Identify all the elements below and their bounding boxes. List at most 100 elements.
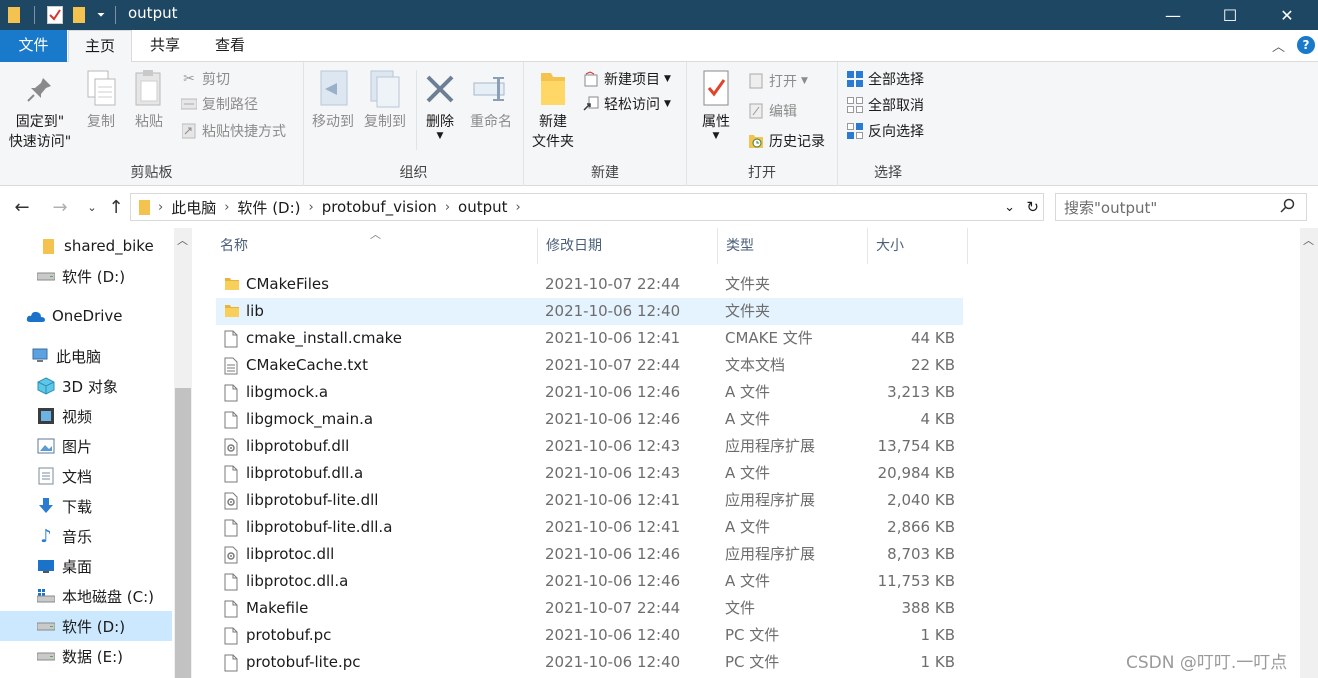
- file-size: 4 KB: [920, 410, 955, 428]
- nav-scrollbar[interactable]: ︿: [174, 228, 192, 678]
- maximize-button[interactable]: ☐: [1207, 0, 1253, 30]
- new-item-button[interactable]: 新建项目 ▼: [582, 68, 671, 90]
- file-row[interactable]: libgmock_main.a 2021-10-06 12:46 A 文件 4 KB: [216, 406, 963, 433]
- back-button[interactable]: ←: [10, 195, 34, 219]
- file-row[interactable]: libprotoc.dll 2021-10-06 12:46 应用程序扩展 8,703…: [216, 541, 963, 568]
- cut-button[interactable]: ✂ 剪切: [180, 68, 230, 90]
- file-row[interactable]: protobuf-lite.pc 2021-10-06 12:40 PC 文件 1 K…: [216, 649, 963, 676]
- breadcrumb-drive-d[interactable]: 软件 (D:): [231, 197, 306, 218]
- paste-button[interactable]: 粘贴: [128, 68, 170, 132]
- close-button[interactable]: ✕: [1264, 0, 1310, 30]
- invert-selection-button[interactable]: 反向选择: [846, 120, 924, 142]
- breadcrumb-this-pc[interactable]: 此电脑: [165, 197, 222, 218]
- nav-item-label: 文档: [62, 467, 93, 486]
- scroll-up-icon[interactable]: ︿: [1303, 232, 1314, 248]
- customize-toolbar-icon[interactable]: ⏷: [97, 10, 105, 21]
- delete-dropdown-icon[interactable]: ▼: [420, 132, 460, 141]
- tab-home[interactable]: 主页: [68, 30, 132, 63]
- minimize-button[interactable]: —: [1150, 0, 1196, 30]
- edit-button[interactable]: 编辑: [747, 100, 797, 122]
- select-all-button[interactable]: 全部选择: [846, 68, 924, 90]
- file-row[interactable]: libprotobuf-lite.dll.a 2021-10-06 12:41 A …: [216, 514, 963, 541]
- properties-button[interactable]: 属性 ▼: [693, 68, 739, 141]
- file-name: libprotobuf-lite.dll: [246, 491, 379, 509]
- select-none-button[interactable]: 全部取消: [846, 94, 924, 116]
- column-header-type[interactable]: 类型: [718, 228, 868, 264]
- move-to-button[interactable]: 移动到: [306, 68, 360, 132]
- tab-view[interactable]: 查看: [198, 30, 262, 62]
- file-row[interactable]: libprotobuf-lite.dll 2021-10-06 12:41 应用程序…: [216, 487, 963, 514]
- nav-item-documents[interactable]: 文档: [0, 461, 172, 491]
- nav-item-drive-e[interactable]: 数据 (E:): [0, 641, 172, 671]
- copy-to-button[interactable]: 复制到: [358, 68, 412, 132]
- new-folder-button[interactable]: 新建 文件夹: [526, 68, 580, 152]
- scroll-up-icon[interactable]: ︿: [177, 232, 188, 248]
- rename-button[interactable]: 重命名: [464, 68, 518, 132]
- file-row[interactable]: protobuf.pc 2021-10-06 12:40 PC 文件 1 KB: [216, 622, 963, 649]
- nav-item-3d-objects[interactable]: 3D 对象: [0, 371, 172, 401]
- file-row[interactable]: CMakeFiles 2021-10-07 22:44 文件夹: [216, 271, 963, 298]
- delete-button[interactable]: 删除 ▼: [420, 68, 460, 141]
- nav-item-drive-d[interactable]: 软件 (D:): [0, 611, 172, 641]
- search-icon[interactable]: [1280, 198, 1296, 218]
- column-header-date[interactable]: 修改日期: [538, 228, 718, 264]
- file-row[interactable]: libprotobuf.dll.a 2021-10-06 12:43 A 文件 20,…: [216, 460, 963, 487]
- copy-button[interactable]: 复制: [80, 68, 122, 132]
- file-list-scrollbar[interactable]: ︿: [1300, 228, 1318, 678]
- cut-label: 剪切: [202, 72, 230, 88]
- paste-shortcut-button[interactable]: 粘贴快捷方式: [180, 120, 286, 142]
- forward-button[interactable]: →: [48, 195, 72, 219]
- address-bar[interactable]: › 此电脑 › 软件 (D:) › protobuf_vision › outp…: [130, 193, 1044, 221]
- folder-icon: [139, 199, 150, 215]
- nav-item-label: 下载: [62, 497, 93, 516]
- nav-item-desktop[interactable]: 桌面: [0, 551, 172, 581]
- pin-to-quick-access-button[interactable]: 固定到" 快速访问": [4, 68, 76, 152]
- collapse-ribbon-icon[interactable]: ︿: [1272, 36, 1285, 55]
- file-row[interactable]: Makefile 2021-10-07 22:44 文件 388 KB: [216, 595, 963, 622]
- file-row[interactable]: libgmock.a 2021-10-06 12:46 A 文件 3,213 KB: [216, 379, 963, 406]
- tab-file[interactable]: 文件: [0, 30, 67, 62]
- copy-path-button[interactable]: 复制路径: [180, 93, 258, 115]
- properties-quick-icon[interactable]: [47, 6, 63, 24]
- nav-scrollbar-thumb[interactable]: [175, 388, 191, 678]
- refresh-icon[interactable]: ↻: [1026, 198, 1039, 216]
- recent-locations-button[interactable]: ⌄: [80, 195, 104, 219]
- easy-access-button[interactable]: 轻松访问 ▼: [582, 93, 671, 115]
- file-icon: [224, 627, 240, 645]
- nav-item-onedrive[interactable]: OneDrive: [0, 301, 172, 331]
- open-button[interactable]: 打开 ▼: [747, 70, 808, 92]
- search-input[interactable]: 搜索"output": [1055, 193, 1307, 221]
- new-folder-quick-icon[interactable]: [73, 7, 85, 23]
- file-row[interactable]: libprotobuf.dll 2021-10-06 12:43 应用程序扩展 13,…: [216, 433, 963, 460]
- help-icon[interactable]: ?: [1297, 36, 1315, 54]
- nav-item-shared-bike[interactable]: shared_bike: [0, 231, 172, 261]
- properties-dropdown-icon[interactable]: ▼: [693, 132, 739, 141]
- edit-icon: [747, 102, 765, 120]
- nav-item-drive-d-quick[interactable]: 软件 (D:): [0, 261, 172, 291]
- file-row[interactable]: cmake_install.cmake 2021-10-06 12:41 CMAKE…: [216, 325, 963, 352]
- title-bar: ⏷ output — ☐ ✕: [0, 0, 1318, 30]
- file-date: 2021-10-06 12:46: [545, 545, 681, 563]
- nav-item-music[interactable]: ♪ 音乐: [0, 521, 172, 551]
- address-history-dropdown-icon[interactable]: ⌄: [1004, 200, 1015, 215]
- documents-icon: [36, 466, 56, 486]
- breadcrumb-output[interactable]: output: [452, 198, 513, 216]
- column-header-size[interactable]: 大小: [868, 228, 968, 264]
- desktop-icon: [36, 556, 56, 576]
- file-row[interactable]: lib 2021-10-06 12:40 文件夹: [216, 298, 963, 325]
- file-row[interactable]: CMakeCache.txt 2021-10-07 22:44 文本文档 22 KB: [216, 352, 963, 379]
- nav-item-drive-c[interactable]: 本地磁盘 (C:): [0, 581, 172, 611]
- folder-icon: [224, 303, 240, 321]
- nav-item-videos[interactable]: 视频: [0, 401, 172, 431]
- column-header-name[interactable]: 名称: [212, 228, 538, 264]
- nav-item-this-pc[interactable]: 此电脑: [0, 341, 172, 371]
- up-button[interactable]: ↑: [104, 195, 128, 219]
- history-button[interactable]: 历史记录: [747, 130, 825, 152]
- paste-shortcut-label: 粘贴快捷方式: [202, 124, 286, 140]
- breadcrumb-protobuf-vision[interactable]: protobuf_vision: [316, 198, 443, 216]
- nav-item-downloads[interactable]: 下载: [0, 491, 172, 521]
- search-placeholder: 搜索"output": [1064, 198, 1158, 217]
- tab-share[interactable]: 共享: [134, 30, 196, 62]
- nav-item-pictures[interactable]: 图片: [0, 431, 172, 461]
- file-row[interactable]: libprotoc.dll.a 2021-10-06 12:46 A 文件 11,75…: [216, 568, 963, 595]
